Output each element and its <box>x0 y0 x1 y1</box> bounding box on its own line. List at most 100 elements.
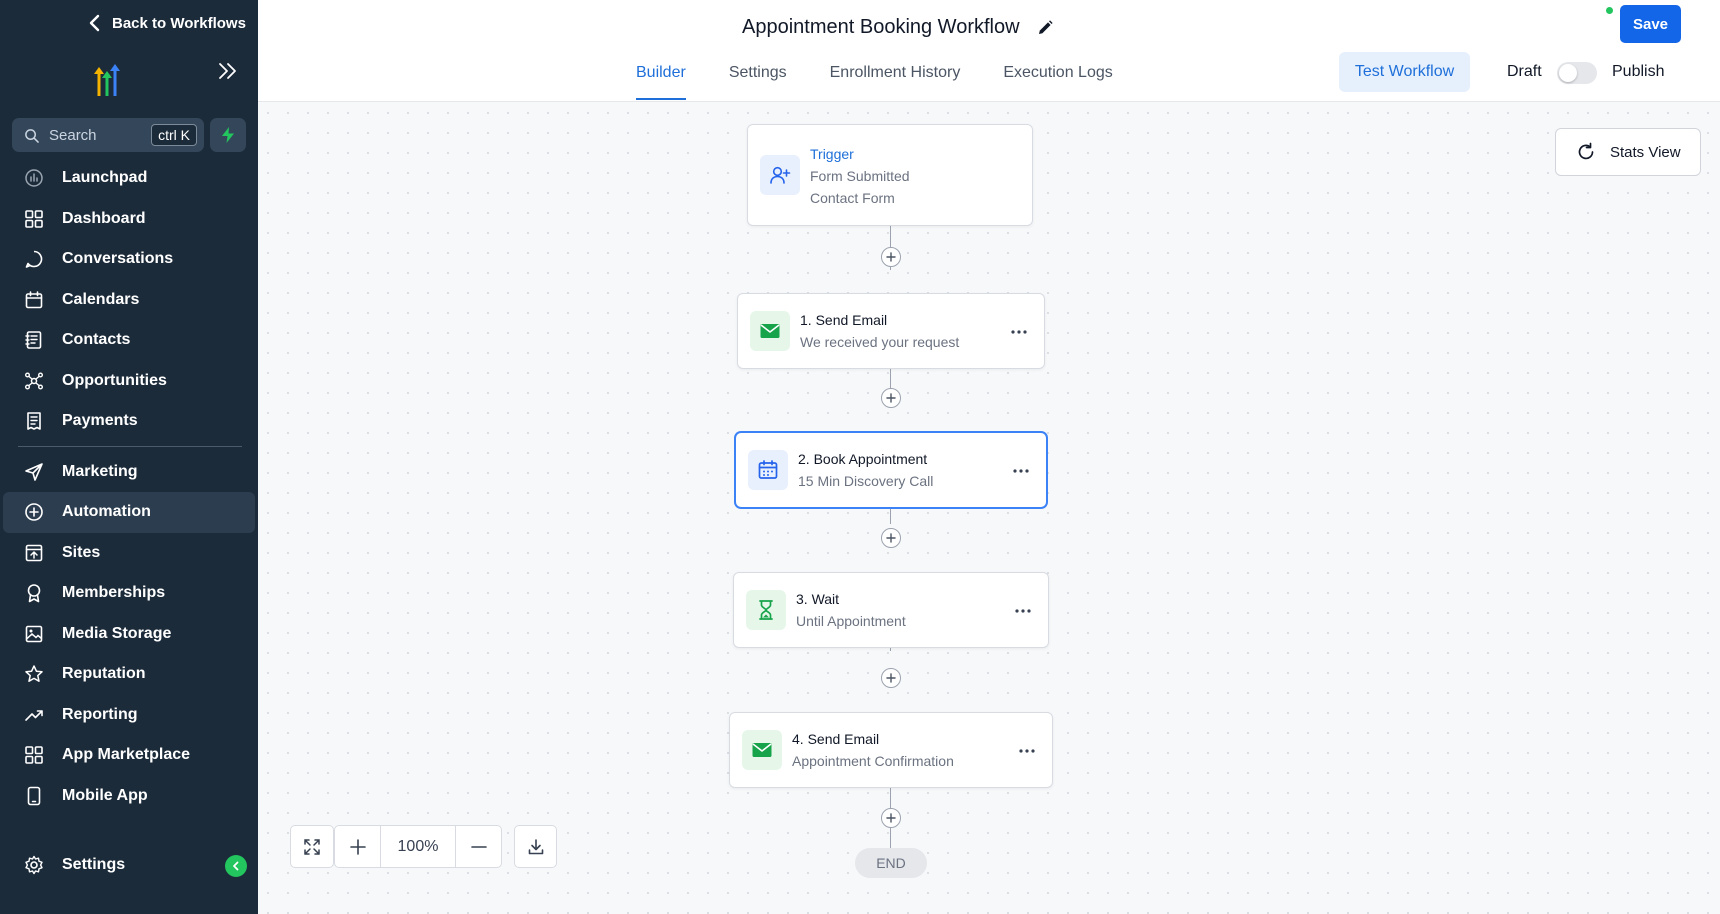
expand-sidebar-icon[interactable] <box>216 60 240 82</box>
star-icon <box>25 665 43 683</box>
sidebar-item-reporting[interactable]: Reporting <box>0 695 258 736</box>
publish-toggle[interactable] <box>1557 62 1597 84</box>
tab-enrollment-history[interactable]: Enrollment History <box>830 56 961 100</box>
dashboard-icon <box>25 209 43 228</box>
step-title: 2. Book Appointment <box>798 451 928 467</box>
download-button[interactable] <box>514 825 557 868</box>
launchpad-icon <box>25 169 43 187</box>
stats-view-button[interactable]: Stats View <box>1555 128 1701 176</box>
more-options-icon[interactable] <box>1014 608 1032 614</box>
hourglass-icon <box>759 600 773 620</box>
trigger-node[interactable]: Trigger Form Submitted Contact Form <box>747 124 1033 226</box>
sidebar-item-mobile-app[interactable]: Mobile App <box>0 776 258 817</box>
step-node-book-appointment[interactable]: 2. Book Appointment 15 Min Discovery Cal… <box>735 432 1047 508</box>
trend-icon <box>25 709 43 721</box>
more-options-icon[interactable] <box>1010 329 1028 335</box>
trigger-icon-wrap <box>760 155 800 195</box>
add-step-button[interactable] <box>881 668 901 688</box>
sidebar-item-marketing[interactable]: Marketing <box>0 452 258 493</box>
plus-icon <box>886 533 896 543</box>
search-shortcut-badge: ctrl K <box>151 124 197 146</box>
send-icon <box>25 462 43 481</box>
sidebar-item-label: Sites <box>62 543 101 561</box>
step-title: 1. Send Email <box>800 312 888 328</box>
step-node-send-email-confirmation[interactable]: 4. Send Email Appointment Confirmation <box>729 712 1053 788</box>
quick-actions-button[interactable] <box>210 118 246 152</box>
sidebar-item-label: App Marketplace <box>62 746 191 764</box>
plus-icon <box>886 393 896 403</box>
workflow-canvas[interactable]: Stats View Trigger Form Submitted Contac… <box>258 103 1720 914</box>
award-icon <box>27 584 41 603</box>
sidebar-item-memberships[interactable]: Memberships <box>0 573 258 614</box>
add-step-button[interactable] <box>881 388 901 408</box>
step-icon-wrap <box>750 311 790 351</box>
draft-label: Draft <box>1507 63 1542 80</box>
tab-settings[interactable]: Settings <box>729 56 787 100</box>
sidebar-item-opportunities[interactable]: Opportunities <box>0 361 258 402</box>
back-to-workflows-link[interactable]: Back to Workflows <box>88 14 246 32</box>
download-icon <box>528 838 543 854</box>
sidebar-item-label: Media Storage <box>62 624 172 642</box>
sidebar-item-label: Automation <box>62 503 151 521</box>
zoom-in-button[interactable] <box>335 826 380 867</box>
test-workflow-button[interactable]: Test Workflow <box>1339 52 1470 92</box>
sidebar-divider <box>18 445 242 447</box>
add-step-button[interactable] <box>881 247 901 267</box>
sidebar-item-label: Reputation <box>62 665 146 683</box>
step-node-wait[interactable]: 3. Wait Until Appointment <box>733 572 1049 648</box>
sidebar-item-dashboard[interactable]: Dashboard <box>0 199 258 240</box>
tab-builder[interactable]: Builder <box>636 56 686 100</box>
stats-view-label: Stats View <box>1610 143 1681 161</box>
save-button[interactable]: Save <box>1620 5 1681 43</box>
collapse-sidebar-button[interactable] <box>225 855 247 877</box>
contacts-icon <box>25 331 42 350</box>
fit-to-screen-button[interactable] <box>290 825 334 868</box>
workflow-header: Appointment Booking Workflow Builder Set… <box>258 0 1720 102</box>
tab-execution-logs[interactable]: Execution Logs <box>1003 56 1112 100</box>
sidebar-item-automation[interactable]: Automation <box>3 492 255 533</box>
step-node-send-email[interactable]: 1. Send Email We received your request <box>737 293 1045 369</box>
sidebar-item-label: Marketing <box>62 462 138 480</box>
online-status-dot <box>1606 7 1613 14</box>
zoom-out-button[interactable] <box>456 826 501 867</box>
sidebar-item-label: Dashboard <box>62 209 146 227</box>
sidebar-item-media-storage[interactable]: Media Storage <box>0 614 258 655</box>
sidebar-item-launchpad[interactable]: Launchpad <box>0 158 258 199</box>
chevron-left-icon <box>233 861 239 871</box>
sidebar-item-label: Memberships <box>62 584 166 602</box>
sidebar-item-app-marketplace[interactable]: App Marketplace <box>0 735 258 776</box>
step-icon-wrap <box>742 730 782 770</box>
sidebar-item-contacts[interactable]: Contacts <box>0 320 258 361</box>
trigger-event: Form Submitted <box>810 168 910 184</box>
step-subtitle: Until Appointment <box>796 613 906 629</box>
sidebar-item-sites[interactable]: Sites <box>0 533 258 574</box>
mail-icon <box>760 324 780 338</box>
opportunities-icon <box>25 372 43 390</box>
payments-icon <box>27 412 41 431</box>
add-step-button[interactable] <box>881 808 901 828</box>
sidebar-item-conversations[interactable]: Conversations <box>0 239 258 280</box>
sidebar-item-reputation[interactable]: Reputation <box>0 654 258 695</box>
pencil-icon[interactable] <box>1036 19 1054 37</box>
search-input[interactable]: Search ctrl K <box>12 118 204 152</box>
phone-icon <box>27 786 41 806</box>
more-options-icon[interactable] <box>1018 748 1036 754</box>
chat-icon <box>25 250 43 269</box>
sidebar-item-payments[interactable]: Payments <box>0 401 258 442</box>
sidebar-item-label: Payments <box>62 412 138 430</box>
sidebar-item-label: Reporting <box>62 705 138 723</box>
lightning-icon <box>222 127 234 143</box>
sidebar-nav: Launchpad Dashboard Conversations Calend… <box>0 158 258 816</box>
expand-icon <box>304 838 320 855</box>
trigger-source: Contact Form <box>810 190 895 206</box>
sidebar-item-label: Mobile App <box>62 786 148 804</box>
image-icon <box>25 625 43 643</box>
zoom-level: 100% <box>380 826 456 867</box>
sidebar-item-settings[interactable]: Settings <box>0 845 258 885</box>
more-options-icon[interactable] <box>1012 468 1030 474</box>
minus-icon <box>470 845 487 848</box>
mail-icon <box>752 743 772 757</box>
plus-icon <box>886 813 896 823</box>
sidebar-item-calendars[interactable]: Calendars <box>0 280 258 321</box>
add-step-button[interactable] <box>881 528 901 548</box>
